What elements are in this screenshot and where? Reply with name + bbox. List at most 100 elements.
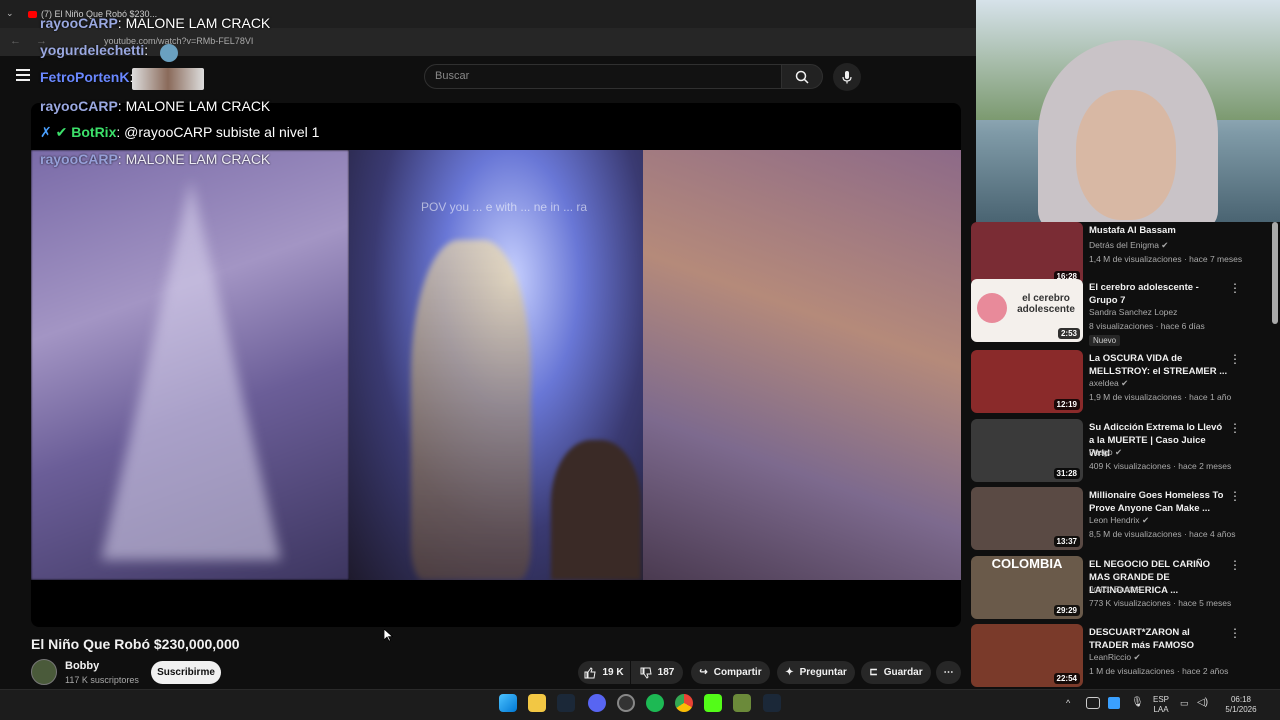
channel-avatar[interactable]	[31, 659, 57, 685]
search-input[interactable]: Buscar	[424, 64, 782, 89]
chat-username: yogurdelechetti	[40, 42, 145, 58]
more-actions-button[interactable]: ⋯	[936, 661, 961, 684]
video-thumbnail[interactable]: 13:37	[971, 487, 1083, 550]
video-duration: 12:19	[1053, 399, 1080, 410]
recommended-video[interactable]: COLOMBIA 29:29 EL NEGOCIO DEL CARIÑO MAS G…	[971, 556, 1271, 620]
video-title[interactable]: Millionaire Goes Homeless To Prove Anyon…	[1089, 489, 1229, 515]
recommended-video[interactable]: 31:28 Su Adicción Extrema lo Llevó a la M…	[971, 419, 1271, 483]
channel-name-text: Leon Hendrix	[1089, 515, 1140, 525]
chat-text: : MALONE LAM CRACK	[117, 15, 271, 31]
subscribe-button[interactable]: Suscribirme	[151, 661, 221, 684]
tray-chevron-icon[interactable]: ^	[1066, 698, 1070, 708]
sidebar-scrollbar[interactable]	[1272, 222, 1278, 324]
steam-icon[interactable]	[557, 694, 575, 712]
tray-app-icon[interactable]	[1108, 697, 1120, 709]
clock[interactable]: 06:18 5/1/2026	[1216, 695, 1266, 715]
recommended-video[interactable]: 22:54 DESCUART*ZARON al TRADER más FAMOSO…	[971, 624, 1271, 688]
more-options-icon[interactable]: ⋮	[1229, 489, 1241, 503]
video-thumbnail[interactable]: el cerebro adolescente 2:53	[971, 279, 1083, 342]
video-meta: 8,5 M de visualizaciones · hace 4 años	[1089, 529, 1236, 539]
clock-date: 5/1/2026	[1225, 705, 1257, 714]
video-meta: 8 visualizaciones · hace 6 días	[1089, 321, 1205, 331]
discord-icon[interactable]	[588, 694, 606, 712]
channel-name-text: Joaco Santos	[1089, 584, 1141, 594]
video-title[interactable]: DESCUART*ZARON al TRADER más FAMOSO	[1089, 626, 1229, 652]
steam-icon[interactable]	[763, 694, 781, 712]
channel-name[interactable]: Leon Hendrix ✔	[1089, 515, 1149, 526]
channel-name-text: Detrás del Enigma	[1089, 240, 1159, 250]
channel-name[interactable]: Detrás del Enigma ✔	[1089, 240, 1168, 251]
channel-name[interactable]: Sandra Sanchez Lopez	[1089, 307, 1177, 317]
ask-button[interactable]: ✦ Preguntar	[777, 661, 855, 684]
video-title: El Niño Que Robó $230,000,000	[31, 636, 240, 652]
thumbs-down-icon	[640, 667, 652, 679]
bottle-shape	[101, 180, 281, 560]
channel-name[interactable]: Fusgo ✔	[1089, 447, 1122, 458]
video-duration: 29:29	[1053, 605, 1080, 616]
share-button[interactable]: ↪ Compartir	[691, 661, 770, 684]
channel-name[interactable]: Joaco Santos	[1089, 584, 1141, 594]
channel-name[interactable]: LeanRiccio ✔	[1089, 652, 1141, 663]
chat-username: BotRix	[71, 124, 117, 140]
channel-name-text: LeanRiccio	[1089, 652, 1132, 662]
verified-icon: ✔	[1121, 378, 1129, 388]
network-icon[interactable]: ▭	[1180, 698, 1189, 709]
recommended-video[interactable]: 16:28 Mustafa Al Bassam Detrás del Enigma …	[971, 222, 1271, 286]
chat-message: rayooCARP: MALONE LAM CRACK	[40, 151, 270, 167]
obs-icon[interactable]	[617, 694, 635, 712]
dislike-count: 187	[657, 667, 675, 678]
brain-icon	[977, 293, 1007, 323]
video-meta: 1 M de visualizaciones · hace 2 años	[1089, 666, 1229, 676]
recommended-video[interactable]: 12:19 La OSCURA VIDA de MELLSTROY: el STR…	[971, 350, 1271, 414]
channel-name-text: Sandra Sanchez Lopez	[1089, 307, 1178, 317]
chat-text: : @rayooCARP subiste al nivel 1	[116, 124, 320, 140]
more-options-icon[interactable]: ⋮	[1229, 558, 1241, 572]
file-explorer-icon[interactable]	[528, 694, 546, 712]
keyboard-layout: LAA	[1153, 705, 1169, 714]
chrome-icon[interactable]	[675, 694, 693, 712]
dislike-button[interactable]: 187	[631, 661, 683, 684]
channel-name[interactable]: Bobby	[65, 660, 99, 672]
sparkle-icon: ✦	[785, 667, 794, 678]
video-frame[interactable]: POV you ... e with ... ne in ... ra	[31, 150, 961, 580]
microphone-icon[interactable]: 🎙	[1131, 697, 1144, 708]
back-icon[interactable]: ←	[10, 35, 21, 47]
spotify-icon[interactable]	[646, 694, 664, 712]
minecraft-icon[interactable]	[733, 694, 751, 712]
more-options-icon[interactable]: ⋮	[1229, 421, 1241, 435]
thumbnail-text: el cerebro adolescente	[1017, 293, 1075, 315]
video-thumbnail[interactable]: COLOMBIA 29:29	[971, 556, 1083, 619]
verified-icon: ✔	[1141, 515, 1150, 525]
video-thumbnail[interactable]: 31:28	[971, 419, 1083, 482]
windows-start-icon[interactable]	[499, 694, 517, 712]
video-title[interactable]: La OSCURA VIDA de MELLSTROY: el STREAMER…	[1089, 352, 1229, 378]
video-thumbnail[interactable]: 22:54	[971, 624, 1083, 687]
channel-name[interactable]: axeldea ✔	[1089, 378, 1128, 389]
video-meta: 1,4 M de visualizaciones · hace 7 meses	[1089, 254, 1243, 264]
save-button[interactable]: ⊏ Guardar	[861, 661, 931, 684]
language-indicator[interactable]: ESP LAA	[1150, 695, 1172, 715]
more-options-icon[interactable]: ⋮	[1229, 626, 1241, 640]
video-title[interactable]: Mustafa Al Bassam	[1089, 224, 1229, 237]
kick-icon[interactable]	[704, 694, 722, 712]
video-thumbnail[interactable]: 12:19	[971, 350, 1083, 413]
more-options-icon[interactable]: ⋮	[1229, 352, 1241, 366]
menu-icon[interactable]	[16, 69, 30, 81]
video-thumbnail[interactable]: 16:28	[971, 222, 1083, 285]
recommended-video[interactable]: el cerebro adolescente 2:53 El cerebro ado…	[971, 279, 1271, 346]
more-options-icon[interactable]: ⋮	[1229, 281, 1241, 295]
verified-icon: ✔	[1133, 652, 1141, 662]
webcam-overlay	[976, 0, 1280, 222]
recommended-video[interactable]: 13:37 Millionaire Goes Homeless To Prove …	[971, 487, 1271, 551]
chat-username: rayooCARP	[40, 15, 118, 31]
tray-app-icon[interactable]	[1086, 697, 1100, 709]
volume-icon[interactable]: ◁)	[1197, 697, 1208, 708]
microphone-icon	[842, 71, 852, 84]
search-button[interactable]	[781, 64, 823, 89]
tab-list-icon[interactable]: ⌄	[6, 8, 14, 19]
voice-search-button[interactable]	[833, 63, 861, 91]
video-title[interactable]: El cerebro adolescente - Grupo 7	[1089, 281, 1229, 307]
thumbnail-text: COLOMBIA	[991, 556, 1063, 571]
video-panel-right	[643, 150, 961, 580]
like-button[interactable]: 19 K	[578, 661, 630, 684]
